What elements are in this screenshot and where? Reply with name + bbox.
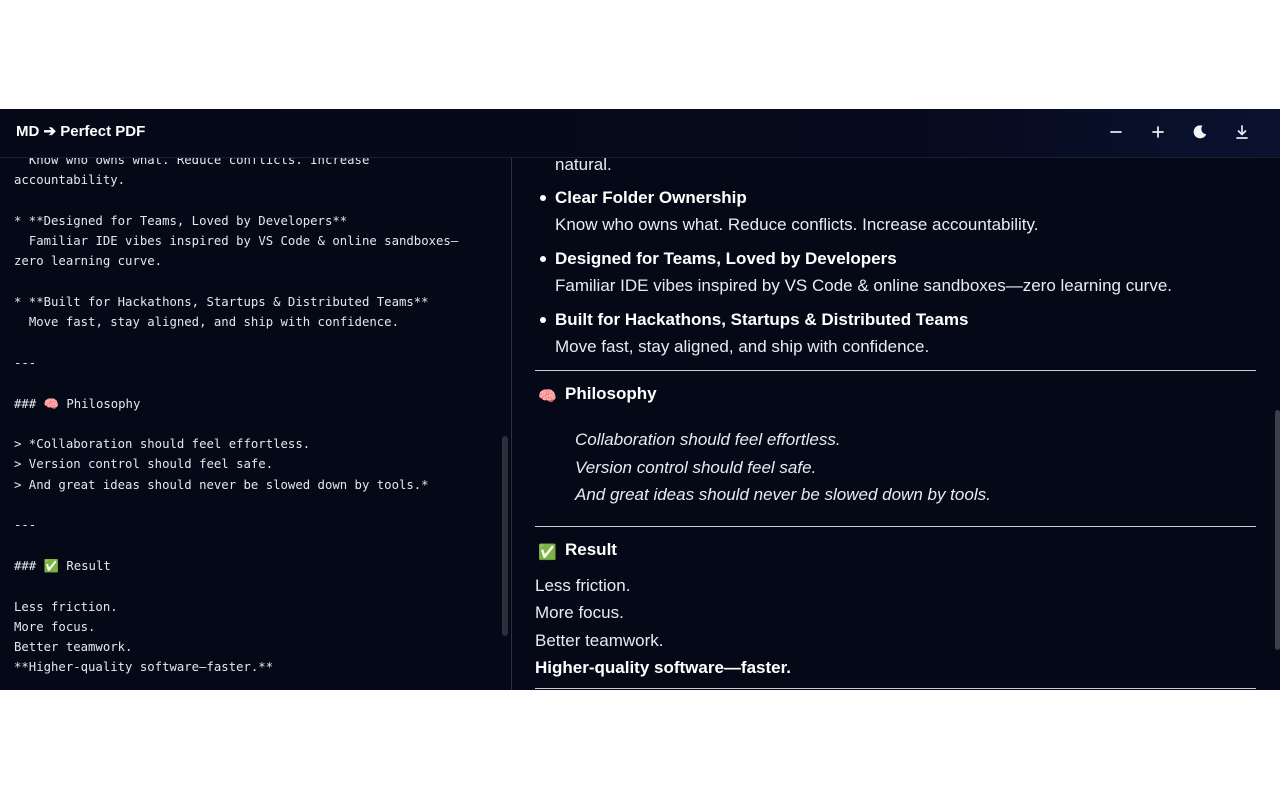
result-paragraph: Less friction. More focus. Better teamwo… — [535, 572, 791, 681]
heading-text: Result — [565, 540, 617, 559]
markdown-editor[interactable]: Know who owns what. Reduce conflicts. In… — [0, 158, 512, 690]
plus-icon — [1152, 126, 1164, 138]
moon-icon — [1193, 125, 1207, 139]
toolbar — [1098, 117, 1260, 147]
result-line: Less friction. — [535, 576, 631, 595]
divider — [535, 688, 1256, 689]
divider — [535, 526, 1256, 527]
editor-text[interactable]: Know who owns what. Reduce conflicts. In… — [14, 158, 490, 678]
editor-scrollbar[interactable] — [502, 436, 508, 636]
download-icon — [1236, 125, 1248, 139]
feature-title: Designed for Teams, Loved by Developers — [555, 249, 897, 268]
feature-title: Clear Folder Ownership — [555, 188, 747, 207]
feature-desc: Familiar IDE vibes inspired by VS Code &… — [555, 276, 1173, 295]
blockquote: Collaboration should feel effortless. Ve… — [575, 426, 991, 509]
app-window: MD ➔ Perfect PDF Know who owns what. Red… — [0, 109, 1280, 690]
preview-scrollbar[interactable] — [1275, 410, 1280, 650]
quote-line: Collaboration should feel effortless. — [575, 430, 841, 449]
result-line: More focus. — [535, 603, 624, 623]
quote-line: And great ideas should never be slowed d… — [575, 485, 991, 504]
preview-fragment: natural. — [555, 158, 612, 174]
list-item: Clear Folder Ownership Know who owns wha… — [540, 186, 1255, 247]
pdf-preview: natural. Clear Folder Ownership Know who… — [513, 158, 1280, 690]
heading-text: Philosophy — [565, 384, 657, 403]
feature-desc: Move fast, stay aligned, and ship with c… — [555, 337, 930, 356]
header-bar: MD ➔ Perfect PDF — [0, 109, 1280, 158]
philosophy-heading: 🧠 Philosophy — [538, 382, 657, 406]
feature-list: Clear Folder Ownership Know who owns wha… — [535, 186, 1255, 369]
minus-icon — [1110, 131, 1122, 133]
zoom-out-button[interactable] — [1098, 117, 1134, 147]
result-line: Better teamwork. — [535, 630, 664, 650]
download-button[interactable] — [1224, 117, 1260, 147]
feature-title: Built for Hackathons, Startups & Distrib… — [555, 310, 969, 329]
zoom-in-button[interactable] — [1140, 117, 1176, 147]
divider — [535, 370, 1256, 371]
result-heading: ✅ Result — [538, 538, 617, 562]
app-title: MD ➔ Perfect PDF — [16, 123, 146, 140]
brain-icon: 🧠 — [538, 388, 557, 405]
feature-desc: Know who owns what. Reduce conflicts. In… — [555, 215, 1039, 234]
quote-line: Version control should feel safe. — [575, 457, 817, 477]
list-item: Built for Hackathons, Startups & Distrib… — [540, 308, 1255, 369]
theme-toggle-button[interactable] — [1182, 117, 1218, 147]
result-bold-line: Higher-quality software—faster. — [535, 657, 792, 677]
check-mark-icon: ✅ — [538, 544, 557, 561]
list-item: Designed for Teams, Loved by Developers … — [540, 247, 1255, 308]
